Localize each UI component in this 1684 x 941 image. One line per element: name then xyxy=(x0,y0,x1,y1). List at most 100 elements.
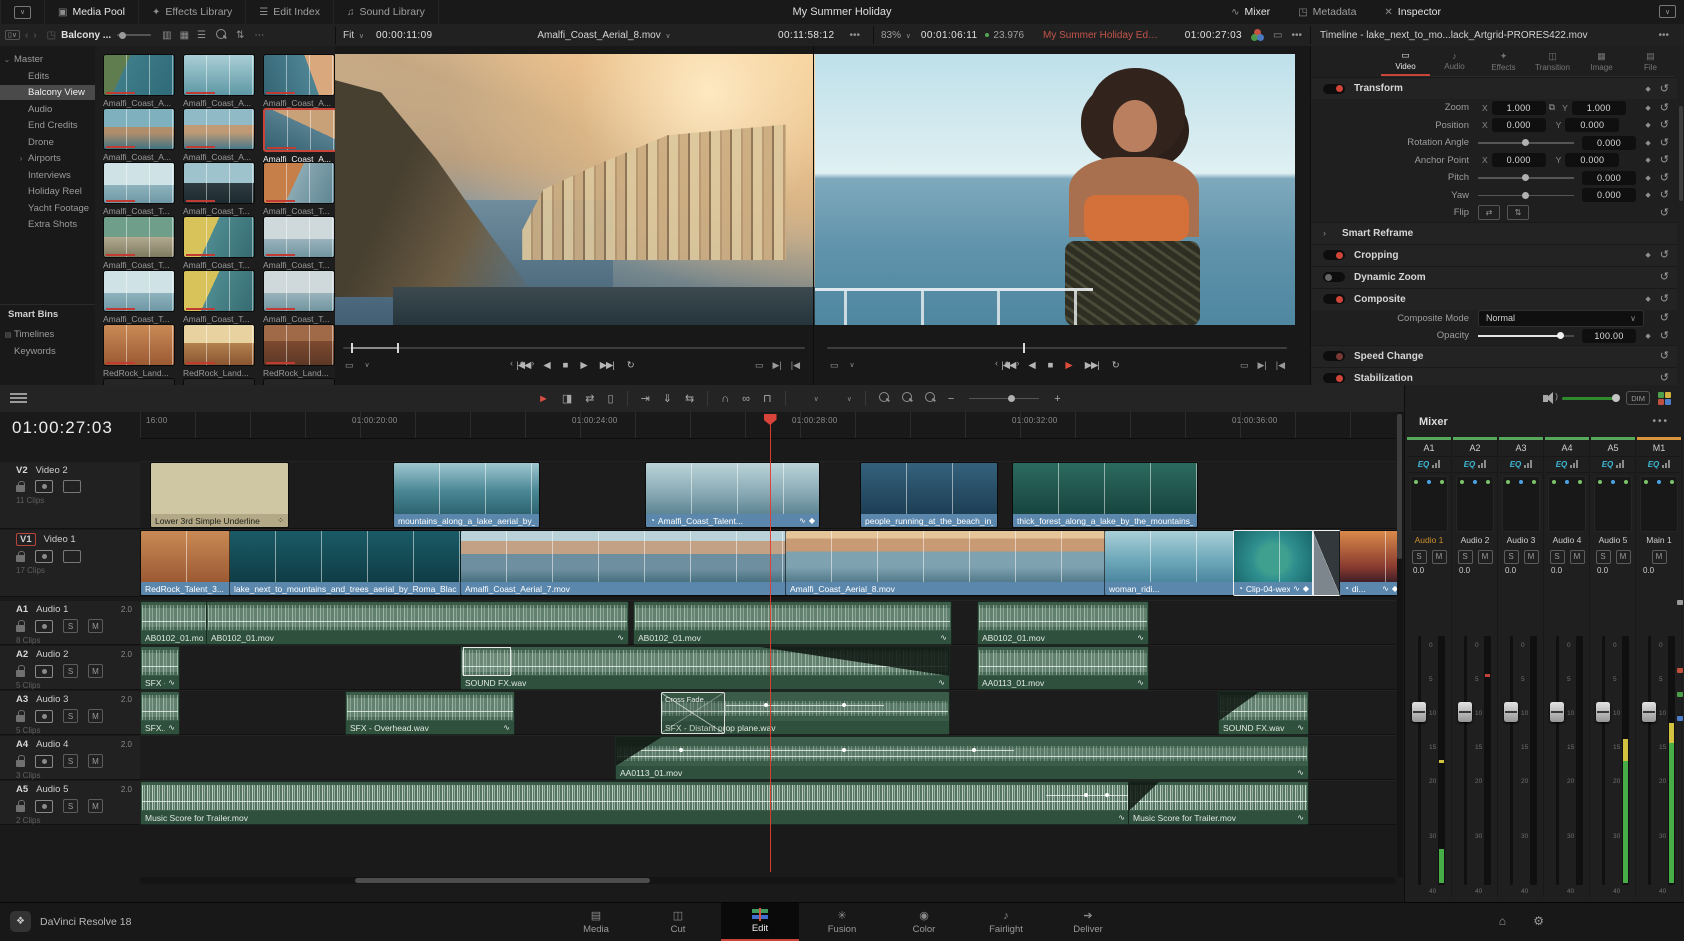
audio-clip[interactable]: AB0102_01.mov ∿ xyxy=(633,601,952,645)
source-crop-selector[interactable]: ▭ ∨ xyxy=(345,352,370,378)
timeline-viewer-image[interactable] xyxy=(815,54,1295,325)
composite-mode-dropdown[interactable]: Normal ∨ xyxy=(1478,309,1644,327)
pan-pad[interactable] xyxy=(1594,475,1632,532)
compare-icon[interactable]: ▭ xyxy=(1273,30,1282,41)
page-tab-fairlight[interactable]: ♪ Fairlight xyxy=(967,903,1045,941)
track-lock-icon[interactable] xyxy=(16,620,25,632)
channel-eq[interactable]: EQ xyxy=(1407,457,1451,473)
param-y-value[interactable]: 1.000 xyxy=(1571,100,1626,115)
timeline-clip[interactable]: ◔ Amalfi_Coast_Talent... ∿ ◆ xyxy=(645,462,820,528)
crossfade-transition[interactable]: Cross Fade xyxy=(661,692,725,734)
media-clip-tile[interactable] xyxy=(103,378,175,385)
track-enable-icon[interactable] xyxy=(35,619,53,633)
composite-toggle[interactable] xyxy=(1323,294,1345,304)
solo-button[interactable]: S xyxy=(63,709,78,723)
timeline-clip[interactable]: Lower 3rd Simple Underline ⁘ xyxy=(150,462,289,528)
track-enable-icon[interactable] xyxy=(35,799,53,813)
flag-dropdown[interactable]: ∨ xyxy=(814,395,819,403)
track-lock-icon[interactable] xyxy=(16,710,25,722)
pan-pad[interactable] xyxy=(1456,475,1494,532)
keyframe-diamond-icon[interactable]: ◆ xyxy=(1645,174,1650,182)
first-frame-button[interactable]: |◀◀ xyxy=(1001,360,1016,371)
metadata-button[interactable]: ◳ Metadata xyxy=(1284,0,1370,24)
automation-keyframe-dot[interactable] xyxy=(842,748,846,752)
bin-expand-chevron[interactable]: › xyxy=(14,154,28,163)
right-panel-toggle-button[interactable]: ∨ xyxy=(1659,5,1676,18)
dynamic-trim-mode-button[interactable]: ⇄ xyxy=(585,392,594,405)
audio-clip[interactable]: SFX - Je...∿ xyxy=(140,646,180,690)
audio-clip[interactable]: AB0102_01.mov ∿ xyxy=(977,601,1149,645)
page-tab-media[interactable]: ▤ Media xyxy=(557,903,635,941)
automation-keyframe-dot[interactable] xyxy=(1105,793,1109,797)
dim-button[interactable]: DIM xyxy=(1626,391,1650,405)
timeline-name-dropdown[interactable]: My Summer Holiday Edit ∨ xyxy=(1043,30,1160,41)
keyframe-diamond-icon[interactable]: ◆ xyxy=(1645,139,1650,147)
channel-eq[interactable]: EQ xyxy=(1637,457,1681,473)
section-header-stabilization[interactable]: Stabilization ↺ xyxy=(1311,366,1677,385)
track-enable-icon[interactable] xyxy=(35,709,53,723)
timeline-view-options-icon[interactable] xyxy=(10,392,27,405)
source-matchframe-icons[interactable]: ▭ ▶| |◀ xyxy=(755,352,800,378)
keyframe-diamond-icon[interactable]: ◆ xyxy=(1645,85,1650,93)
track-enable-icon[interactable] xyxy=(35,550,53,563)
thumbnail-view-icon[interactable]: ▦ xyxy=(177,30,192,41)
param-value[interactable]: 0.000 xyxy=(1582,170,1636,185)
inspector-tab-transition[interactable]: ◫ Transition xyxy=(1528,46,1577,76)
channel-fader[interactable]: 0 5 10 15 20 30 40 xyxy=(1407,630,1451,895)
selected-region[interactable] xyxy=(463,647,511,676)
media-pool-button[interactable]: ▣ Media Pool xyxy=(45,0,139,24)
solo-button[interactable]: S xyxy=(1595,549,1611,564)
keyframe-diamond-icon[interactable]: ◆ xyxy=(1645,295,1650,303)
audio-clip[interactable]: AB0102_01.mov ∿ xyxy=(206,601,629,645)
timeline-clip[interactable]: woman_ridi... xyxy=(1104,530,1235,596)
zoom-detail-button[interactable] xyxy=(901,392,912,405)
page-tab-fusion[interactable]: ✳ Fusion xyxy=(803,903,881,941)
param-x-value[interactable]: 0.000 xyxy=(1491,153,1546,168)
fader-knob[interactable] xyxy=(1504,702,1518,722)
speed-change-toggle[interactable] xyxy=(1323,351,1345,361)
first-frame-button[interactable]: |◀◀ xyxy=(516,360,531,371)
channel-eq[interactable]: EQ xyxy=(1545,457,1589,473)
video-transition[interactable] xyxy=(1312,530,1341,596)
sound-library-button[interactable]: ♫ Sound Library xyxy=(334,0,439,24)
media-clip-tile[interactable]: Amalfi_Coast_T... xyxy=(103,162,175,216)
link-icon[interactable]: ⧉ xyxy=(1546,102,1558,113)
param-slider[interactable] xyxy=(1478,188,1574,202)
media-clip-tile[interactable]: RedRock_Land... xyxy=(263,324,335,378)
track-lock-icon[interactable] xyxy=(16,755,25,767)
zoom-custom-button[interactable] xyxy=(924,392,935,405)
sidebar-bin-holiday-reel[interactable]: Holiday Reel xyxy=(0,184,109,199)
smart-bin-timelines[interactable]: ▤ Timelines xyxy=(0,327,109,342)
track-view-icon[interactable] xyxy=(63,480,81,493)
track-lock-icon[interactable] xyxy=(16,480,25,492)
mute-button[interactable]: M xyxy=(88,754,103,768)
vertical-scroll-thumb[interactable] xyxy=(1397,414,1402,559)
flip-vertical-button[interactable]: ⇅ xyxy=(1507,205,1529,221)
fader-knob[interactable] xyxy=(1642,702,1656,722)
automation-keyframe-dot[interactable] xyxy=(679,748,683,752)
flip-horizontal-button[interactable]: ⇄ xyxy=(1478,205,1500,221)
solo-button[interactable]: S xyxy=(1549,549,1565,564)
audio-clip[interactable]: AA0113_01.mov ∿ xyxy=(977,646,1149,690)
inspector-tab-file[interactable]: ▤ File xyxy=(1626,46,1675,76)
pan-pad[interactable] xyxy=(1640,475,1678,532)
forward-arrow-icon[interactable]: › xyxy=(33,30,41,41)
track-lock-icon[interactable] xyxy=(16,800,25,812)
audio-clip[interactable]: SFX - Overhead.wav ∿ xyxy=(345,691,515,735)
dynamic-zoom-toggle[interactable] xyxy=(1323,272,1345,282)
timeline-clip[interactable]: Amalfi_Coast_Aerial_8.mov xyxy=(785,530,1106,596)
transform-toggle[interactable] xyxy=(1323,83,1345,94)
mixer-options-icon[interactable]: ••• xyxy=(1652,416,1669,427)
transform-section-header[interactable]: Transform ◆ ↺ xyxy=(1311,77,1677,99)
media-clip-tile[interactable]: Amalfi_Coast_T... xyxy=(263,270,335,324)
channel-eq[interactable]: EQ xyxy=(1591,457,1635,473)
audio-clip[interactable]: Music Score for Trailer.mov ∿ xyxy=(1128,781,1309,825)
sidebar-bin-edits[interactable]: Edits xyxy=(0,69,109,84)
sort-icon[interactable]: ⇅ xyxy=(231,30,249,41)
media-clip-tile[interactable]: Amalfi_Coast_A... xyxy=(183,108,255,162)
mixer-button[interactable]: ∿ Mixer xyxy=(1217,0,1284,24)
param-value[interactable]: 0.000 xyxy=(1582,188,1636,203)
media-clip-tile[interactable]: Amalfi_Coast_A... xyxy=(263,54,335,108)
timeline-clip[interactable]: thick_forest_along_a_lake_by_the_mountai… xyxy=(1012,462,1198,528)
param-slider[interactable] xyxy=(1478,136,1574,150)
